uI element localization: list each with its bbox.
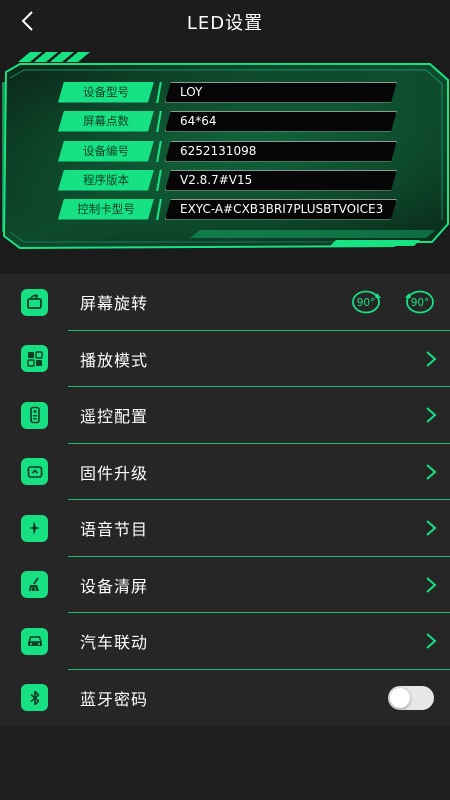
info-separator xyxy=(155,198,163,220)
menu-label: 语音节目 xyxy=(80,520,149,540)
rotate-right-button[interactable]: 90° xyxy=(404,289,436,315)
svg-text:90°: 90° xyxy=(411,297,430,309)
car-link-icon xyxy=(21,627,48,655)
menu-label: 遥控配置 xyxy=(80,407,149,427)
chevron-right-icon xyxy=(426,407,437,424)
chevron-right-icon xyxy=(426,463,437,480)
bluetooth-password-toggle[interactable] xyxy=(388,685,434,710)
chevron-right-icon xyxy=(426,576,437,593)
rotate-ccw-icon: 90° xyxy=(352,290,381,314)
device-info-panel: 设备型号 LOY 屏幕点数 64*64 设备编号 6252131098 程序版本… xyxy=(0,42,450,274)
bluetooth-icon xyxy=(21,684,48,712)
menu-item-bluetooth-password: 蓝牙密码 xyxy=(0,670,450,727)
info-separator xyxy=(155,140,163,162)
info-separator xyxy=(155,169,163,191)
info-separator xyxy=(155,81,163,103)
back-button[interactable] xyxy=(10,6,44,36)
info-label: 程序版本 xyxy=(58,170,154,191)
menu-item-voice-program[interactable]: 语音节目 xyxy=(0,500,450,557)
chevron-right-icon xyxy=(426,520,437,537)
settings-menu: 屏幕旋转 90° 90° 播放模式 遥控配置 固件升级 语音节目 设备清屏 汽车… xyxy=(0,274,450,726)
info-label: 控制卡型号 xyxy=(58,199,154,220)
info-value: 6252131098 xyxy=(165,141,397,162)
info-value: V2.8.7#V15 xyxy=(165,170,397,191)
chevron-left-icon xyxy=(21,11,33,31)
menu-item-clear-screen[interactable]: 设备清屏 xyxy=(0,557,450,614)
menu-item-car-link[interactable]: 汽车联动 xyxy=(0,613,450,670)
info-label: 设备编号 xyxy=(58,141,154,162)
remote-control-icon xyxy=(21,401,48,429)
info-row-resolution: 屏幕点数 64*64 xyxy=(58,110,398,132)
rotate-cw-icon: 90° xyxy=(405,290,434,314)
top-bar: LED设置 xyxy=(0,0,450,42)
menu-label: 固件升级 xyxy=(80,463,149,483)
menu-label: 设备清屏 xyxy=(80,576,149,596)
menu-item-remote-config[interactable]: 遥控配置 xyxy=(0,387,450,444)
play-mode-icon xyxy=(21,345,48,373)
chevron-right-icon xyxy=(426,350,437,367)
menu-item-play-mode[interactable]: 播放模式 xyxy=(0,331,450,388)
menu-label: 蓝牙密码 xyxy=(80,689,149,709)
svg-text:90°: 90° xyxy=(357,297,376,309)
menu-item-screen-rotate: 屏幕旋转 90° 90° xyxy=(0,274,450,331)
info-value: LOY xyxy=(165,82,397,103)
menu-item-firmware-upgrade[interactable]: 固件升级 xyxy=(0,444,450,501)
menu-label: 汽车联动 xyxy=(80,633,149,653)
rotate-left-button[interactable]: 90° xyxy=(350,289,382,315)
voice-program-icon xyxy=(21,514,48,542)
clear-screen-icon xyxy=(21,571,48,599)
rotate-screen-icon xyxy=(21,288,48,316)
info-row-version: 程序版本 V2.8.7#V15 xyxy=(58,169,398,191)
info-label: 设备型号 xyxy=(58,82,154,103)
menu-label: 播放模式 xyxy=(80,350,149,370)
toggle-knob xyxy=(390,687,410,708)
info-value: EXYC-A#CXB3BRI7PLUSBTVOICE3 xyxy=(165,199,397,220)
page-title: LED设置 xyxy=(186,13,264,34)
info-row-serial: 设备编号 6252131098 xyxy=(58,140,398,162)
info-row-card-model: 控制卡型号 EXYC-A#CXB3BRI7PLUSBTVOICE3 xyxy=(58,198,398,220)
info-row-model: 设备型号 LOY xyxy=(58,81,398,103)
menu-label: 屏幕旋转 xyxy=(80,294,149,314)
info-label: 屏幕点数 xyxy=(58,111,154,132)
info-value: 64*64 xyxy=(165,111,397,132)
firmware-upgrade-icon xyxy=(21,458,48,486)
info-separator xyxy=(155,110,163,132)
chevron-right-icon xyxy=(426,633,437,650)
